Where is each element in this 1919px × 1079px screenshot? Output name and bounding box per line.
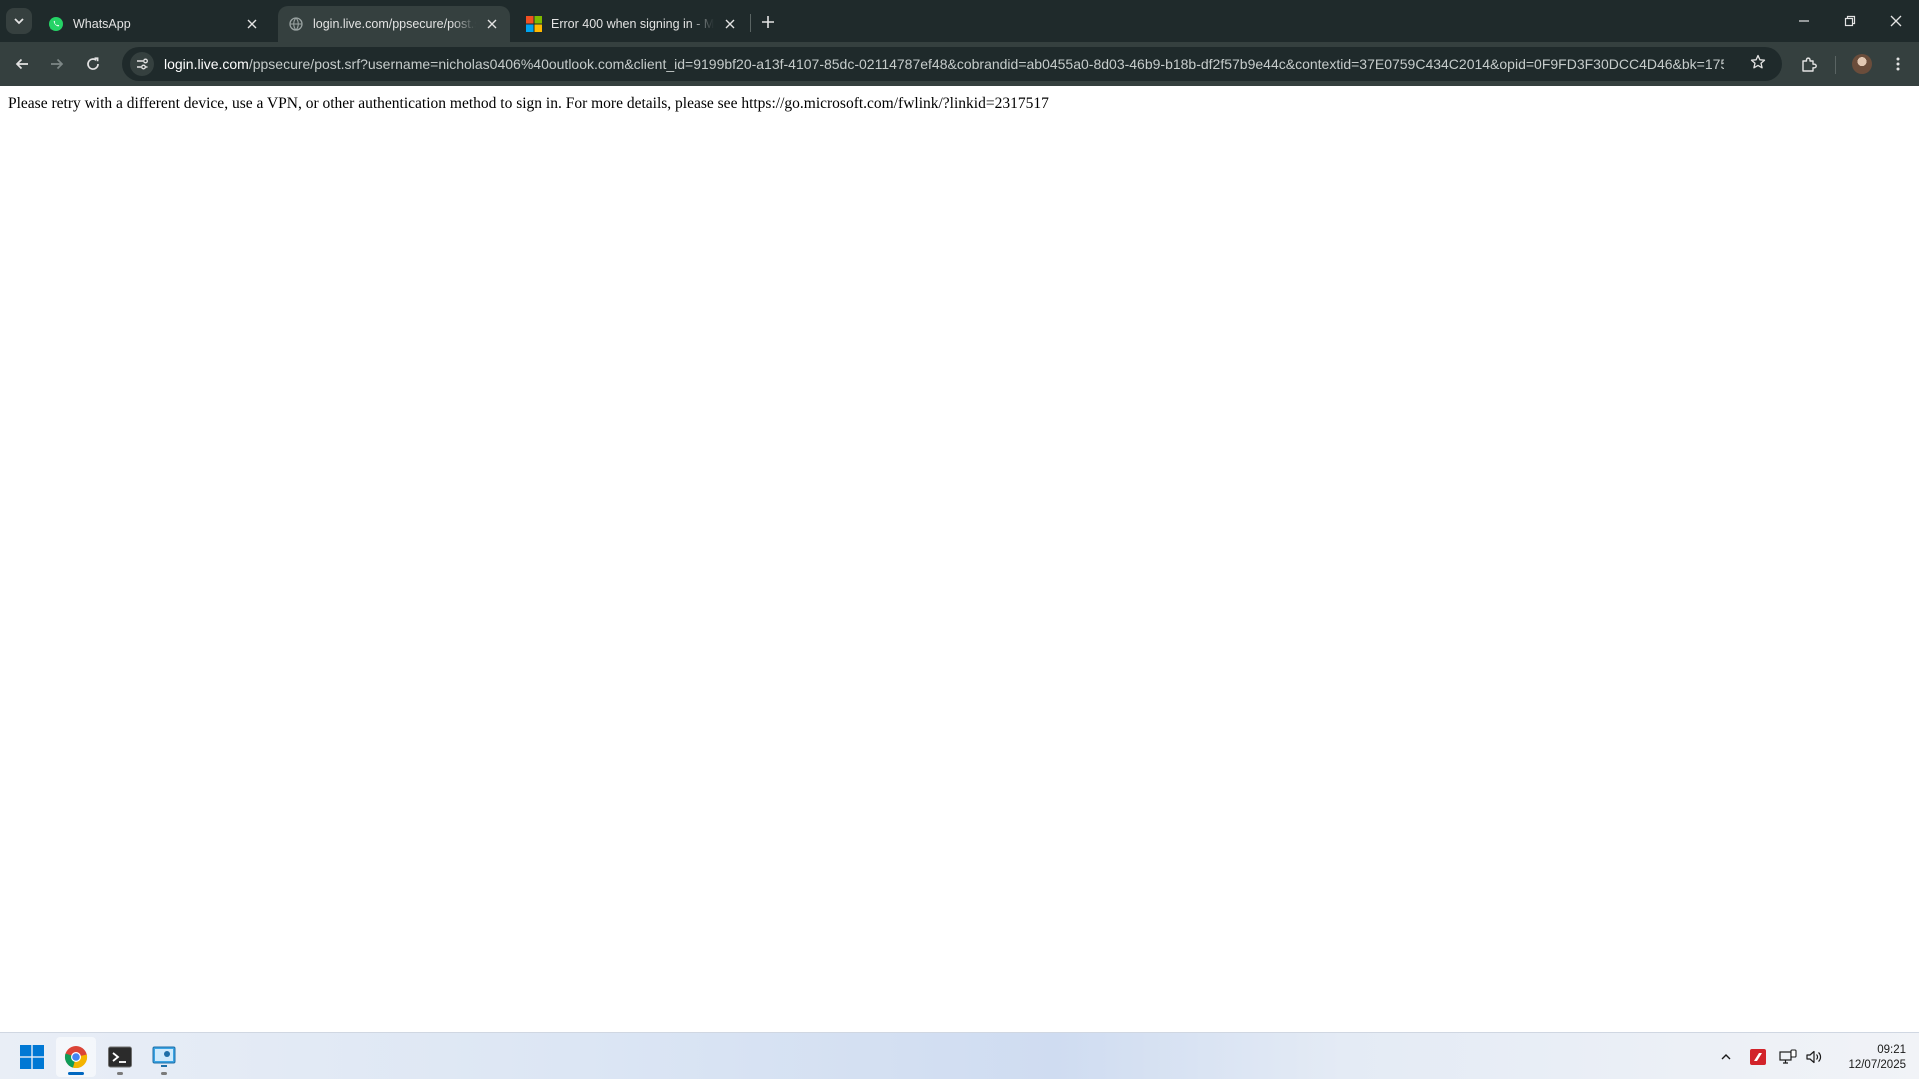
network-button[interactable] [1776,1045,1800,1069]
minimize-icon [1799,20,1809,22]
clock-time: 09:21 [1877,1044,1906,1056]
taskbar-chrome[interactable] [56,1037,96,1077]
tab-search-button[interactable] [6,8,32,34]
taskbar-remote-desktop[interactable] [144,1037,184,1077]
running-indicator [161,1072,167,1075]
close-icon [1890,15,1902,27]
tab-title: WhatsApp [73,17,131,31]
close-icon[interactable] [482,14,502,34]
active-indicator [68,1072,84,1075]
address-bar[interactable]: login.live.com/ppsecure/post.srf?usernam… [122,47,1782,81]
speaker-icon [1806,1050,1822,1064]
puzzle-icon [1802,57,1817,72]
url-host: login.live.com [164,56,249,72]
reload-button[interactable] [79,50,107,78]
chrome-icon [64,1046,88,1069]
browser-toolbar: login.live.com/ppsecure/post.srf?usernam… [0,42,1919,86]
reload-icon [87,57,99,70]
tab-separator [750,14,751,32]
url-path: /ppsecure/post.srf?username=nicholas0406… [248,56,1724,72]
close-icon[interactable] [242,14,262,34]
globe-icon [288,16,304,32]
start-button[interactable] [12,1037,52,1077]
chrome-menu-button[interactable] [1884,50,1912,78]
system-clock[interactable]: 09:21 12/07/2025 [1826,1043,1906,1073]
terminal-icon [108,1046,132,1068]
avatar [1852,54,1872,74]
chevron-down-icon [14,18,24,25]
browser-titlebar: WhatsApp login.live.com/ppsecure/post.sr… [0,0,1919,42]
back-button[interactable] [8,50,36,78]
running-indicator [117,1072,123,1075]
clock-date: 12/07/2025 [1848,1059,1906,1071]
bookmark-button[interactable] [1746,50,1770,74]
windows-start-icon [20,1045,44,1069]
tab-error-400[interactable]: Error 400 when signing in - Microsoft [516,6,748,42]
microsoft-logo-icon [526,16,542,32]
network-icon [1779,1049,1797,1064]
tab-title: login.live.com/ppsecure/post.srf [313,17,476,31]
tab-title: Error 400 when signing in - Microsoft [551,17,714,31]
close-window-button[interactable] [1873,0,1919,42]
forward-button[interactable] [43,50,71,78]
site-info-icon[interactable] [130,52,154,76]
tab-login-live[interactable]: login.live.com/ppsecure/post.srf [278,6,510,42]
restore-button[interactable] [1827,0,1873,42]
url-text[interactable]: login.live.com/ppsecure/post.srf?usernam… [164,56,1724,72]
star-icon [1750,54,1766,69]
taskbar: 09:21 12/07/2025 [0,1032,1919,1079]
tray-app-icon[interactable] [1746,1045,1770,1069]
minimize-button[interactable] [1781,0,1827,42]
restore-icon [1844,15,1856,27]
show-hidden-icons-button[interactable] [1714,1045,1738,1069]
volume-button[interactable] [1802,1045,1826,1069]
extensions-button[interactable] [1795,50,1823,78]
more-vertical-icon [1896,57,1900,71]
close-icon[interactable] [720,14,740,34]
profile-button[interactable] [1848,50,1876,78]
tab-whatsapp[interactable]: WhatsApp [38,6,270,42]
arrow-left-icon [15,58,28,70]
whatsapp-icon [48,16,64,32]
remote-desktop-icon [152,1046,176,1067]
taskbar-terminal[interactable] [100,1037,140,1077]
new-tab-button[interactable] [756,10,780,34]
plus-icon [762,16,774,28]
page-content: Please retry with a different device, us… [0,86,1919,1032]
red-tray-app-icon [1750,1049,1766,1065]
toolbar-divider [1835,56,1836,74]
error-message: Please retry with a different device, us… [8,95,1049,112]
arrow-right-icon [51,58,64,70]
chevron-up-icon [1721,1054,1731,1060]
